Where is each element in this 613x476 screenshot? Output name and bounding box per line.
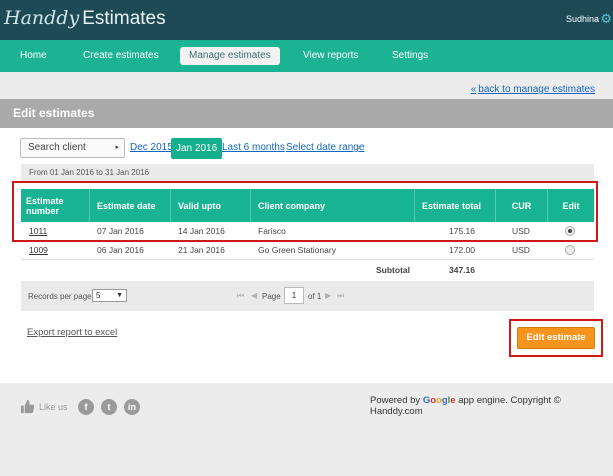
caret-right-icon: ▸ [115, 144, 119, 151]
estimate-number-link[interactable]: 1009 [29, 241, 48, 260]
subtotal-label: Subtotal [376, 265, 410, 275]
page-label: Page [262, 292, 281, 301]
twitter-icon[interactable]: t [101, 399, 117, 415]
nav-view-reports[interactable]: View reports [303, 40, 358, 72]
main-nav: Home Create estimates Manage estimates V… [0, 40, 613, 72]
valid-upto: 21 Jan 2016 [178, 245, 225, 255]
logo-script: Handdy [4, 7, 80, 29]
app-logo[interactable]: Handdy Estimates [4, 7, 166, 30]
like-us-label: Like us [39, 401, 68, 412]
double-chevron-left-icon: « [470, 84, 477, 95]
estimate-total: 172.00 [449, 245, 475, 255]
back-link[interactable]: «back to manage estimates [471, 84, 595, 95]
estimate-date: 06 Jan 2016 [97, 245, 144, 255]
thumbs-up-icon [20, 399, 35, 414]
subtotal-row: Subtotal 347.16 [21, 261, 594, 279]
export-excel-link[interactable]: Export report to excel [27, 327, 117, 338]
edit-estimate-button[interactable]: Edit estimate [517, 327, 595, 349]
gear-icon[interactable]: ⚙ [600, 11, 612, 27]
logo-text: Estimates [82, 8, 166, 29]
chevron-right-icon: › [357, 142, 361, 153]
caret-down-icon: ▼ [116, 292, 123, 299]
period-dec-2015[interactable]: Dec 2015 [130, 142, 173, 153]
nav-create-estimates[interactable]: Create estimates [83, 40, 159, 72]
linkedin-icon[interactable]: in [124, 399, 140, 415]
date-range-text: From 01 Jan 2016 to 31 Jan 2016 [21, 164, 594, 182]
period-last-6-months[interactable]: Last 6 months [222, 142, 285, 153]
google-logo: Google [422, 395, 456, 406]
powered-prefix: Powered by [370, 395, 421, 406]
subtotal-value: 347.16 [449, 265, 475, 275]
first-page-icon[interactable]: ⏮ [237, 291, 244, 301]
records-per-page-label: Records per page [28, 292, 92, 301]
user-name[interactable]: Sudhina [566, 14, 599, 24]
search-client-label: Search client [28, 142, 86, 153]
powered-by-text: Powered by Google app engine. Copyright … [370, 395, 613, 417]
nav-manage-estimates[interactable]: Manage estimates [180, 47, 280, 65]
records-per-page-value: 5 [96, 291, 101, 300]
period-select-date-range[interactable]: Select date range [286, 142, 364, 153]
pagination-bar: Records per page 5 ▼ ⏮ ◀ Page 1 of 1 ▶ ⏭ [21, 281, 594, 311]
nav-home[interactable]: Home [20, 40, 47, 72]
currency: USD [512, 245, 530, 255]
page-of-label: of 1 [308, 292, 322, 301]
client-company: Go Green Stationary [258, 245, 336, 255]
back-link-label: back to manage estimates [478, 84, 595, 95]
section-title: Edit estimates [0, 99, 613, 128]
top-bar: Handdy Estimates Sudhina ⚙ [0, 0, 613, 40]
last-page-icon[interactable]: ⏭ [337, 291, 344, 301]
nav-settings[interactable]: Settings [392, 40, 428, 72]
prev-page-icon[interactable]: ◀ [251, 291, 257, 300]
table-header-highlight [12, 181, 598, 242]
period-jan-2016[interactable]: Jan 2016 [171, 138, 223, 159]
like-us: Like us [20, 399, 68, 414]
next-page-icon[interactable]: ▶ [325, 291, 331, 300]
records-per-page-select[interactable]: 5 ▼ [92, 289, 127, 302]
edit-radio[interactable] [565, 245, 575, 255]
page-input[interactable]: 1 [284, 287, 304, 304]
table-row[interactable]: 1009 06 Jan 2016 21 Jan 2016 Go Green St… [21, 241, 594, 260]
search-client-dropdown[interactable]: Search client ▸ [20, 138, 125, 158]
facebook-icon[interactable]: f [78, 399, 94, 415]
